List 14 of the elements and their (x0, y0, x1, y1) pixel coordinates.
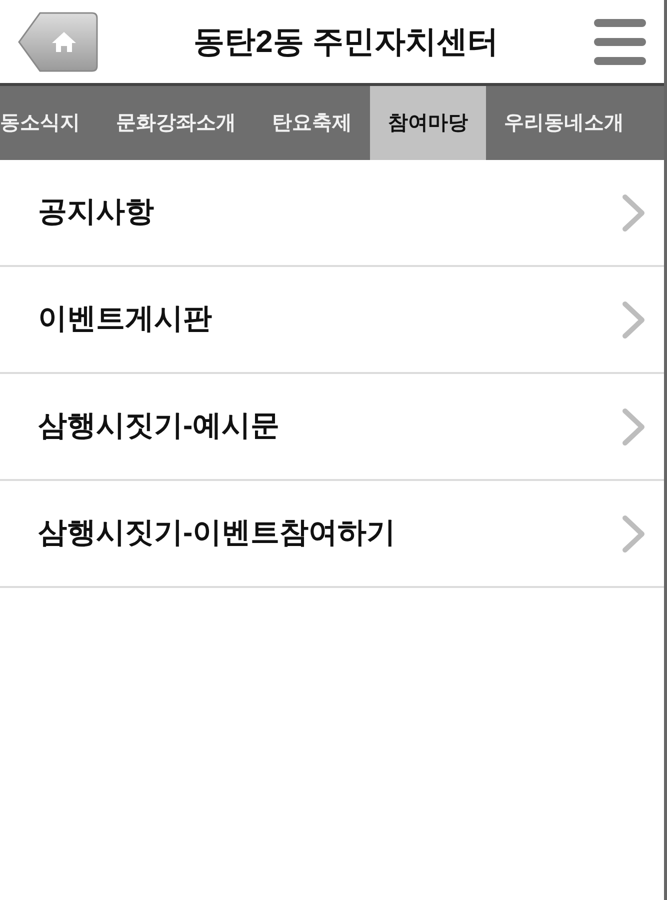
home-button[interactable] (18, 12, 98, 72)
chevron-right-icon (622, 194, 646, 232)
menu-list-item[interactable]: 삼행시짓기-이벤트참여하기 (0, 481, 664, 588)
menu-button[interactable] (594, 18, 646, 64)
menu-icon (594, 18, 646, 64)
menu-list-item[interactable]: 공지사항 (0, 160, 664, 267)
house-icon (52, 32, 76, 52)
chevron-right-icon (622, 514, 646, 552)
page-title: 동탄2동 주민자치센터 (194, 26, 498, 57)
menu-list-item[interactable]: 이벤트게시판 (0, 267, 664, 374)
nav-tab[interactable]: 참여마당 (370, 86, 486, 160)
chevron-right-icon (622, 408, 646, 446)
menu-list-item[interactable]: 삼행시짓기-예시문 (0, 374, 664, 481)
chevron-right-icon (622, 300, 646, 338)
